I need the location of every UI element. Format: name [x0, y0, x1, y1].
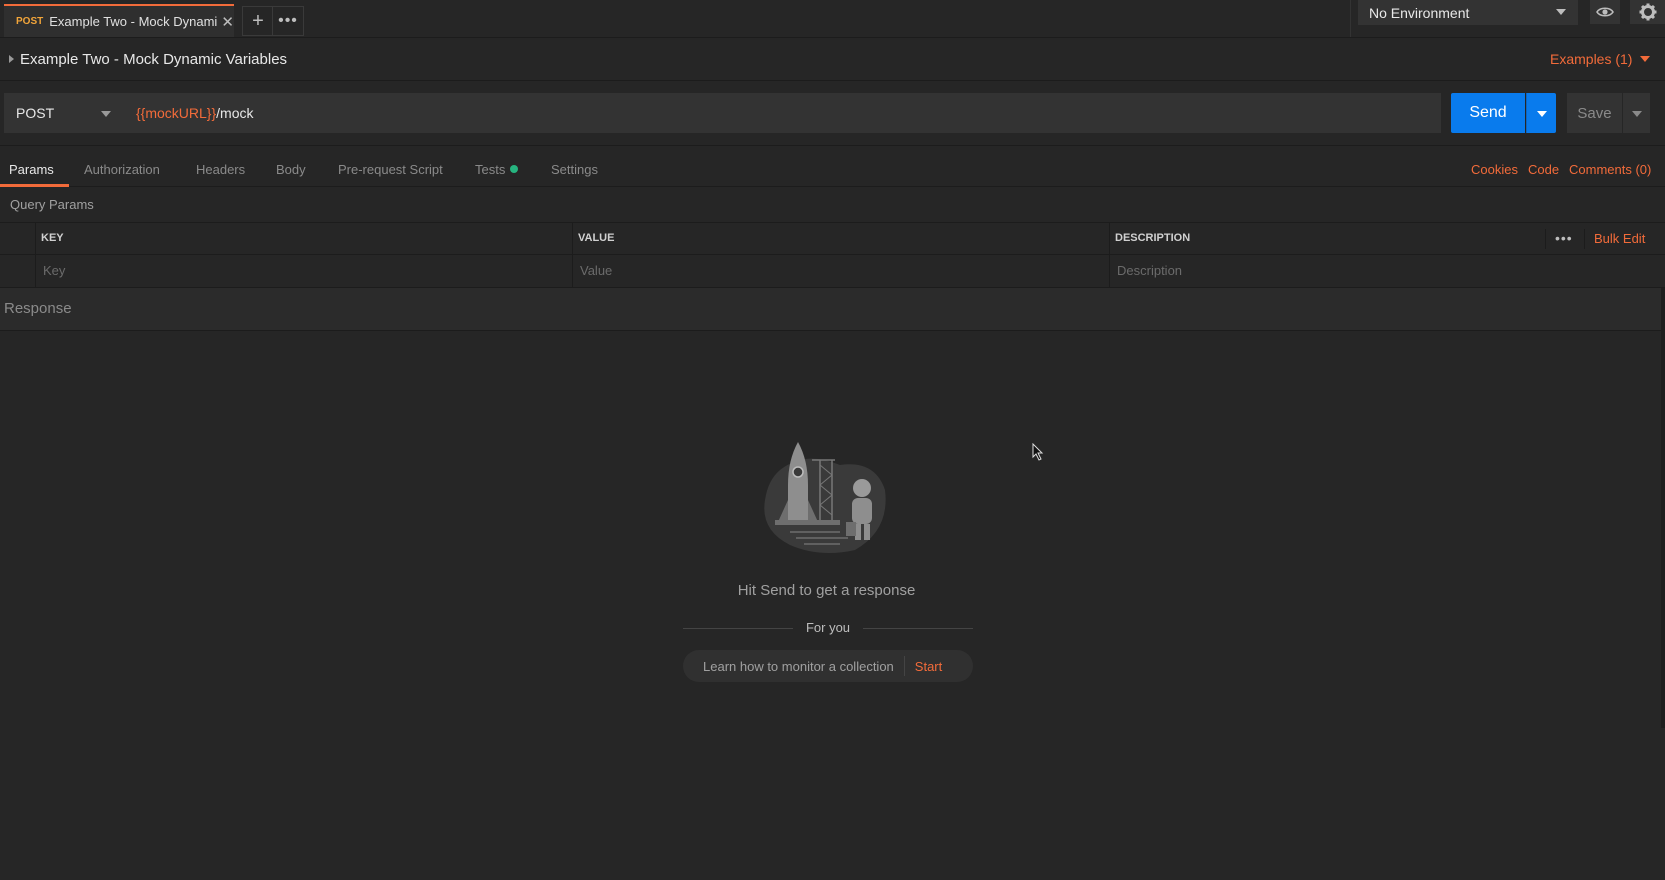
tab-params[interactable]: Params [9, 162, 54, 177]
send-button[interactable]: Send [1451, 93, 1525, 133]
url-path: /mock [216, 105, 254, 121]
table-divider [0, 254, 1665, 255]
tab-headers[interactable]: Headers [196, 162, 245, 177]
more-icon[interactable]: ••• [1555, 230, 1573, 246]
code-link[interactable]: Code [1528, 162, 1559, 177]
query-params-label: Query Params [10, 197, 94, 212]
tab-method-label: POST [16, 16, 44, 27]
column-divider [1584, 229, 1585, 249]
environment-quick-look-button[interactable] [1590, 0, 1620, 24]
eye-icon [1596, 7, 1614, 17]
method-select[interactable]: POST [4, 93, 123, 133]
expand-triangle-icon[interactable] [9, 55, 14, 63]
save-button[interactable]: Save [1567, 93, 1622, 133]
start-link[interactable]: Start [915, 659, 942, 674]
chevron-down-icon [1556, 9, 1566, 15]
manage-environments-button[interactable] [1630, 0, 1665, 24]
divider [683, 628, 793, 629]
chevron-down-icon [1632, 111, 1642, 117]
divider [863, 628, 973, 629]
url-input[interactable]: {{mockURL}}/mock [123, 93, 1441, 133]
plus-icon: + [252, 9, 264, 32]
column-header-description: DESCRIPTION [1115, 232, 1191, 244]
tab-tests[interactable]: Tests [475, 162, 505, 177]
environment-select[interactable]: No Environment [1358, 0, 1578, 25]
response-label: Response [4, 300, 72, 317]
tab-authorization[interactable]: Authorization [84, 162, 160, 177]
response-header [0, 288, 1665, 331]
mouse-cursor-icon [1032, 443, 1044, 461]
scrollbar[interactable] [1661, 288, 1665, 728]
tab-title: Example Two - Mock Dynamic... [49, 14, 218, 29]
tab-body[interactable]: Body [276, 162, 306, 177]
query-params-table [0, 222, 1665, 288]
rocket-illustration [764, 442, 886, 554]
chevron-down-icon [1537, 111, 1547, 117]
chevron-down-icon [1640, 56, 1651, 62]
bulk-edit-link[interactable]: Bulk Edit [1594, 231, 1645, 246]
value-input[interactable]: Value [580, 263, 612, 278]
method-selected-value: POST [16, 105, 55, 121]
url-variable: {{mockURL}} [136, 105, 217, 121]
divider [903, 656, 905, 676]
tab-pre-request-script[interactable]: Pre-request Script [338, 162, 443, 177]
column-divider [572, 222, 573, 288]
new-tab-button[interactable]: + [242, 6, 273, 36]
environment-selected-value: No Environment [1369, 4, 1470, 21]
column-divider [35, 222, 36, 288]
learn-text: Learn how to monitor a collection [703, 658, 894, 674]
cookies-link[interactable]: Cookies [1471, 162, 1518, 177]
save-options-button[interactable] [1622, 93, 1650, 133]
chevron-down-icon [101, 111, 111, 117]
close-icon[interactable]: ✕ [221, 13, 234, 31]
more-icon: ••• [278, 12, 298, 29]
examples-dropdown[interactable]: Examples (1) [1550, 51, 1651, 67]
send-options-button[interactable] [1526, 93, 1556, 133]
comments-link[interactable]: Comments (0) [1569, 162, 1651, 177]
request-subtabs [0, 145, 1665, 187]
column-header-value: VALUE [578, 232, 615, 244]
tab-options-button[interactable]: ••• [272, 6, 304, 36]
description-input[interactable]: Description [1117, 263, 1182, 278]
column-divider [1109, 222, 1110, 288]
examples-label: Examples (1) [1550, 51, 1633, 67]
gear-icon [1639, 3, 1656, 21]
tab-settings[interactable]: Settings [551, 162, 598, 177]
column-divider [1545, 229, 1546, 249]
send-hint-text: Hit Send to get a response [737, 582, 916, 599]
active-tab-indicator [0, 184, 69, 187]
for-you-heading: For you [805, 620, 851, 635]
tests-status-dot [510, 165, 518, 173]
column-header-key: KEY [41, 232, 64, 244]
key-input[interactable]: Key [43, 263, 65, 278]
learn-suggestion: Learn how to monitor a collection Start [683, 650, 973, 682]
request-name[interactable]: Example Two - Mock Dynamic Variables [20, 51, 287, 68]
request-tab[interactable]: POST Example Two - Mock Dynamic... ✕ [4, 4, 234, 37]
